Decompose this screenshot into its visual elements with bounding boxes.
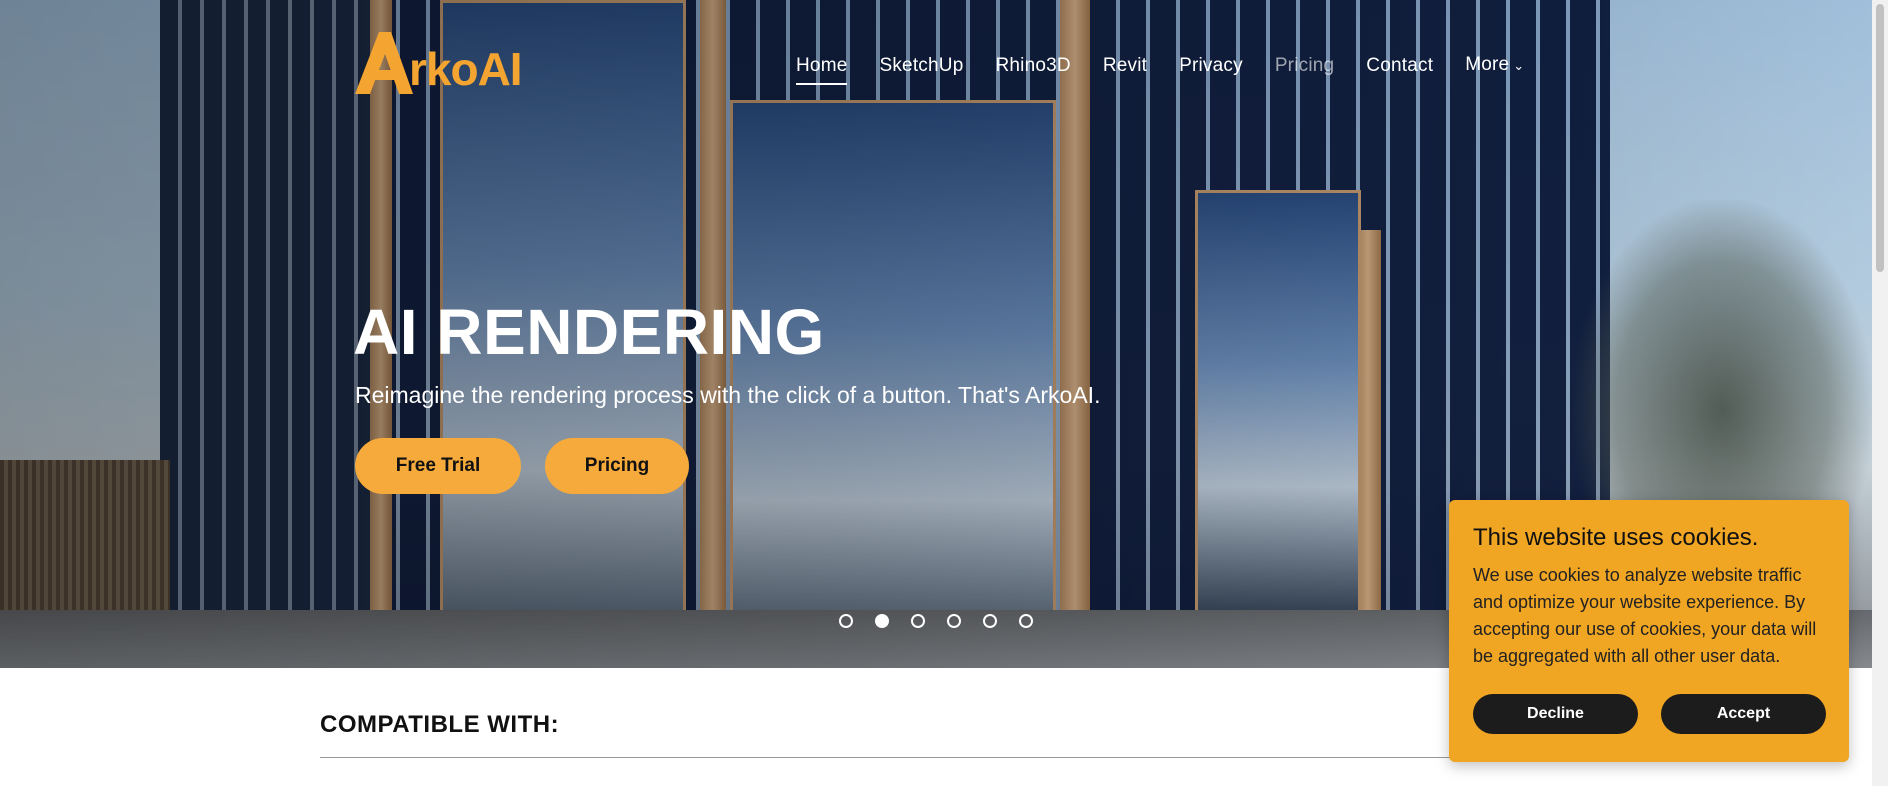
nav-privacy[interactable]: Privacy (1179, 53, 1243, 85)
compatible-heading: COMPATIBLE WITH: (320, 711, 560, 738)
carousel-dot-4[interactable] (947, 614, 961, 628)
cookie-body: We use cookies to analyze website traffi… (1473, 565, 1817, 666)
logo-a-icon (355, 32, 413, 94)
accept-button[interactable]: Accept (1661, 694, 1826, 734)
carousel-dot-1[interactable] (839, 614, 853, 628)
nav-rhino3d[interactable]: Rhino3D (995, 53, 1070, 85)
logo-text: rkoAI (409, 43, 523, 95)
logo[interactable]: rkoAI (355, 28, 523, 95)
carousel-dots (839, 614, 1055, 628)
divider (320, 757, 1570, 758)
free-trial-button[interactable]: Free Trial (355, 438, 521, 494)
nav-pricing[interactable]: Pricing (1275, 53, 1334, 85)
nav-contact[interactable]: Contact (1366, 53, 1433, 85)
nav-revit[interactable]: Revit (1103, 53, 1147, 85)
cookie-title: This website uses cookies. (1473, 524, 1759, 551)
chevron-down-icon: ⌄ (1513, 58, 1525, 73)
decline-button[interactable]: Decline (1473, 694, 1638, 734)
cookie-banner: This website uses cookies. We use cookie… (1449, 500, 1849, 762)
hero-headline: AI RENDERING (353, 296, 825, 368)
nav-home[interactable]: Home (796, 53, 848, 85)
carousel-dot-5[interactable] (983, 614, 997, 628)
nav-sketchup[interactable]: SketchUp (879, 53, 963, 85)
hero-buttons: Free Trial Pricing (355, 438, 689, 494)
nav-more-label: More (1465, 54, 1510, 75)
carousel-dot-3[interactable] (911, 614, 925, 628)
main-nav: Home SketchUp Rhino3D Revit Privacy Pric… (796, 52, 1556, 85)
carousel-dot-6[interactable] (1019, 614, 1033, 628)
carousel-dot-2[interactable] (875, 614, 889, 628)
scrollbar-thumb[interactable] (1876, 4, 1884, 272)
hero-subtitle: Reimagine the rendering process with the… (355, 382, 1101, 408)
pricing-button[interactable]: Pricing (545, 438, 689, 494)
page-scrollbar[interactable] (1872, 0, 1888, 786)
nav-more[interactable]: More ⌄ (1465, 52, 1524, 85)
